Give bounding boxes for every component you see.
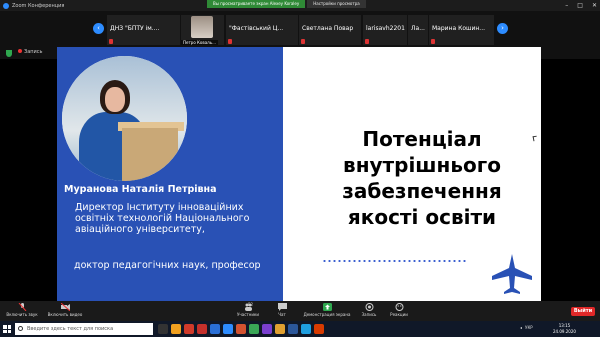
share-screen-icon [322, 303, 332, 311]
clock-date: 24.09.2020 [553, 329, 576, 334]
search-placeholder: Введите здесь текст для поиска [27, 326, 114, 332]
video-off-icon [60, 303, 70, 311]
window-title: Zoom Конференция [12, 2, 65, 9]
participant-tile[interactable]: ДНЗ "БПТУ ім.... [107, 15, 180, 45]
record-button[interactable]: Запись [358, 303, 380, 317]
mic-muted-icon [431, 39, 435, 44]
participants-count: 52 [248, 302, 254, 307]
zoom-taskbar-icon[interactable] [223, 324, 233, 334]
dotted-divider [322, 259, 468, 263]
mic-muted-icon [109, 39, 113, 44]
windows-start-icon[interactable] [3, 325, 11, 333]
participant-name: Светлана Повар [302, 25, 354, 32]
leave-meeting-button[interactable]: Выйти [571, 307, 595, 316]
participant-strip: ‹ ДНЗ "БПТУ ім.... Петро Коваль... "Фаст… [0, 11, 600, 47]
participant-photo [191, 16, 213, 38]
reactions-button[interactable]: Реакции [387, 303, 411, 317]
taskbar-search-input[interactable]: Введите здесь текст для поиска [15, 323, 153, 335]
record-dot-icon [18, 49, 22, 53]
shield-icon[interactable] [6, 50, 12, 57]
shared-slide: Муранова Наталія Петрівна Директор Інсти… [57, 47, 541, 302]
mic-muted-icon [301, 39, 305, 44]
unmute-label: Включить звук [6, 312, 38, 317]
zoom-logo-icon [3, 2, 9, 9]
airplane-icon [492, 254, 532, 294]
chat-button[interactable]: Чат [272, 303, 292, 317]
participant-name: larisavh2201 [366, 25, 405, 32]
view-options-bar: Вы просматриваете экран Alexey Koraley Н… [207, 0, 366, 8]
screen-share-notice: Вы просматриваете экран Alexey Koraley [207, 0, 306, 8]
system-tray: ◂ УКР [520, 325, 533, 330]
mouse-cursor-icon [532, 135, 538, 142]
slide-left-panel: Муранова Наталія Петрівна Директор Інсти… [57, 47, 283, 302]
share-screen-label: Демонстрация экрана [303, 312, 351, 317]
windows-taskbar: Введите здесь текст для поиска ◂ УКР 13:… [0, 321, 600, 337]
participant-name: ДНЗ "БПТУ ім.... [110, 25, 160, 32]
file-explorer-icon[interactable] [171, 324, 181, 334]
search-icon [18, 326, 23, 331]
app-icon[interactable] [210, 324, 220, 334]
taskbar-clock[interactable]: 13:15 24.09.2020 [553, 323, 576, 335]
share-screen-button[interactable]: Демонстрация экрана [298, 303, 356, 317]
reactions-label: Реакции [390, 312, 408, 317]
app-icon[interactable] [314, 324, 324, 334]
minimize-icon[interactable]: – [565, 2, 568, 9]
participants-button[interactable]: 52 Участники [232, 302, 264, 317]
mic-muted-icon [228, 39, 232, 44]
participant-tile[interactable]: "Фастівський Ц... [226, 15, 298, 45]
participant-tile[interactable]: Ла... [408, 15, 428, 45]
input-language[interactable]: УКР [525, 325, 533, 330]
strip-next-arrow-icon[interactable]: › [497, 23, 508, 34]
participant-tile[interactable]: Петро Коваль... [181, 15, 224, 45]
chat-icon [277, 303, 287, 311]
powerpoint-icon[interactable] [236, 324, 246, 334]
mic-muted-icon [365, 39, 369, 44]
speaker-name: Муранова Наталія Петрівна [64, 184, 217, 195]
record-label: Запись [361, 312, 377, 317]
participant-tile[interactable]: Марина Кошин... [429, 15, 494, 45]
participant-name: "Фастівський Ц... [229, 25, 284, 32]
speaker-photo [62, 56, 187, 181]
participants-label: Участники [236, 312, 259, 317]
meeting-toolbar: Включить звук Включить видео 52 Участник… [0, 301, 600, 321]
app-icon[interactable] [262, 324, 272, 334]
app-icon[interactable] [197, 324, 207, 334]
slide-right-panel: Потенціал внутрішнього забезпечення якос… [283, 47, 541, 302]
chat-label: Чат [278, 312, 286, 317]
mic-muted-icon [18, 303, 26, 311]
speaker-position: Директор Інституту інноваційних освітніх… [75, 202, 250, 235]
view-options-button[interactable]: Настройки просмотра [307, 0, 366, 8]
speaker-degree: доктор педагогічних наук, професор [74, 260, 261, 271]
close-icon[interactable]: ✕ [592, 2, 597, 9]
recording-label: Запись [24, 49, 43, 55]
speaker-icon[interactable]: ◂ [520, 325, 522, 330]
chrome-icon[interactable] [249, 324, 259, 334]
participant-name: Петро Коваль... [181, 40, 218, 45]
record-icon [365, 303, 373, 311]
opera-icon[interactable] [184, 324, 194, 334]
maximize-icon[interactable]: □ [577, 2, 583, 9]
participant-tile[interactable]: Светлана Повар [299, 15, 361, 45]
recording-badge: Запись [18, 49, 42, 55]
start-video-label: Включить видео [47, 312, 83, 317]
word-icon[interactable] [288, 324, 298, 334]
participant-tile[interactable]: larisavh2201 [363, 15, 407, 45]
slide-title: Потенціал внутрішнього забезпечення якос… [342, 127, 502, 229]
task-view-icon[interactable] [158, 324, 168, 334]
reactions-icon [395, 303, 403, 311]
app-icon[interactable] [301, 324, 311, 334]
app-icon[interactable] [275, 324, 285, 334]
participant-name: Ла... [411, 25, 425, 32]
unmute-button[interactable]: Включить звук [2, 303, 42, 317]
participant-name: Марина Кошин... [432, 25, 486, 32]
start-video-button[interactable]: Включить видео [43, 303, 87, 317]
strip-prev-arrow-icon[interactable]: ‹ [93, 23, 104, 34]
